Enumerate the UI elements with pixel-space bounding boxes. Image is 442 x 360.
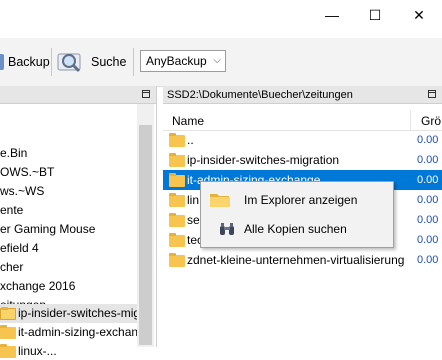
tree-item[interactable]: ente (0, 201, 23, 219)
toolbar-separator (51, 48, 52, 76)
menu-item-find-all-copies[interactable]: Alle Kopien suchen (201, 215, 393, 243)
title-bar: — ☐ ✕ (0, 0, 442, 38)
column-size[interactable]: Grö (421, 114, 441, 128)
toolbar-separator (133, 48, 134, 76)
minimize-button[interactable]: — (309, 0, 355, 30)
path-header: SSD2:\Dokumente\Buecher\zeitungen (163, 86, 442, 104)
backup-label: Backup (8, 55, 50, 69)
context-menu: Im Explorer anzeigen Alle Kopien suchen (200, 181, 394, 248)
binoculars-icon (219, 221, 235, 237)
profile-select[interactable]: AnyBackup ⌵ (140, 50, 226, 72)
backup-button[interactable]: Backup (0, 48, 50, 76)
table-row[interactable]: zdnet-kleine-unternehmen-virtualisierung… (163, 250, 442, 270)
folder-icon (0, 325, 16, 339)
tree-item[interactable]: efield 4 (0, 239, 39, 257)
folder-icon (209, 191, 231, 208)
search-button[interactable]: Suche (56, 48, 126, 76)
column-name[interactable]: Name (172, 114, 204, 128)
pin-icon[interactable] (428, 90, 436, 98)
maximize-button[interactable]: ☐ (352, 0, 398, 30)
table-row[interactable]: .. 0.00 (163, 130, 442, 150)
column-divider[interactable] (410, 110, 411, 130)
folder-icon (169, 193, 185, 207)
tree-panel-header (0, 86, 156, 104)
profile-select-value: AnyBackup (146, 54, 207, 68)
folder-icon (169, 233, 185, 247)
folder-icon (0, 307, 16, 320)
folder-icon (169, 213, 185, 227)
tree-item[interactable]: e.Bin (0, 144, 27, 162)
close-icon: ✕ (413, 6, 425, 23)
maximize-icon: ☐ (368, 6, 382, 23)
folder-icon (169, 253, 185, 267)
tree-item[interactable]: er Gaming Mouse (0, 220, 95, 238)
tree-item[interactable]: xchange 2016 (0, 277, 75, 295)
chevron-down-icon: ⌵ (213, 55, 221, 66)
tree-item[interactable]: cher (0, 258, 23, 276)
pin-icon[interactable] (142, 90, 150, 98)
folder-icon (169, 153, 185, 167)
column-header: Name Grö (163, 110, 442, 131)
folder-icon (0, 344, 16, 358)
tree-item-selected[interactable]: ip-insider-switches-mig (0, 304, 140, 323)
search-icon (56, 50, 88, 74)
menu-item-show-in-explorer[interactable]: Im Explorer anzeigen (201, 186, 393, 214)
tree-item[interactable]: ws.~WS (0, 182, 44, 200)
toolbar: Backup Suche AnyBackup ⌵ (0, 38, 442, 87)
tree-item[interactable]: linux-... (0, 342, 137, 360)
tree-item[interactable]: OWS.~BT (0, 163, 54, 181)
table-row[interactable]: ip-insider-switches-migration 0.00 (163, 150, 442, 170)
backup-icon (0, 54, 4, 70)
folder-icon (169, 173, 185, 187)
tree-item[interactable]: it-admin-sizing-exchang (0, 323, 145, 341)
path-label: SSD2:\Dokumente\Buecher\zeitungen (167, 88, 353, 101)
minimize-icon: — (325, 7, 339, 23)
folder-icon (169, 133, 185, 147)
tree-scrollbar-thumb[interactable] (139, 125, 152, 345)
close-button[interactable]: ✕ (396, 0, 442, 30)
folder-tree-panel: e.Bin OWS.~BT ws.~WS ente er Gaming Mous… (0, 86, 157, 358)
search-label: Suche (91, 55, 127, 69)
